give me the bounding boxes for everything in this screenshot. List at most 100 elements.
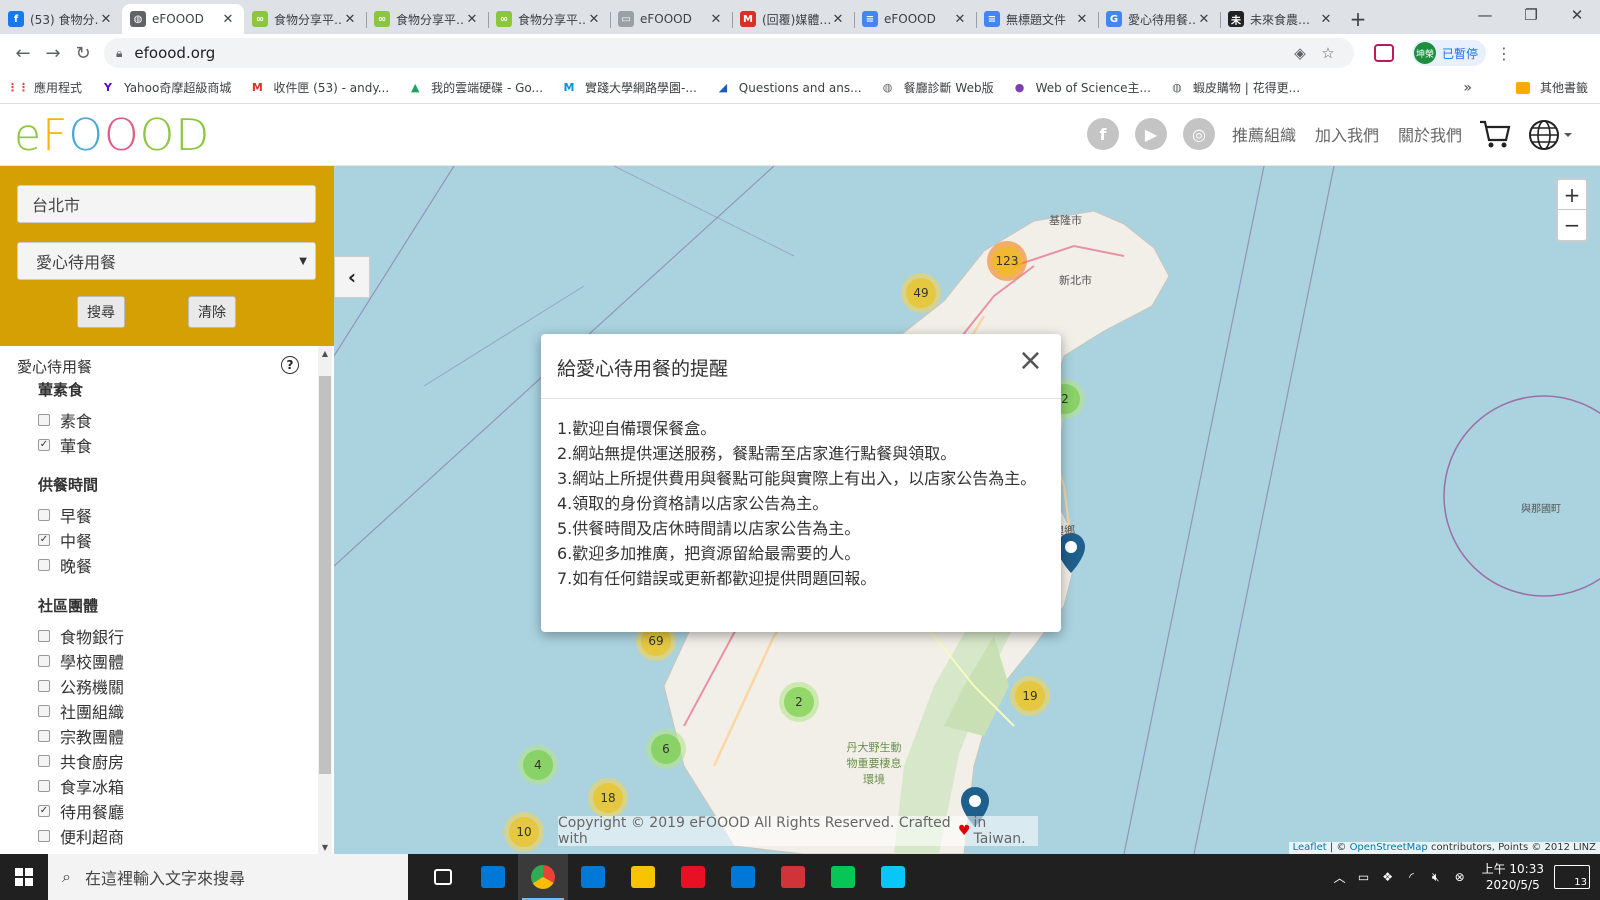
checkbox[interactable] [38, 780, 50, 792]
youtube-icon[interactable]: ▶ [1135, 118, 1167, 150]
tab-close-icon[interactable]: ✕ [464, 12, 480, 27]
category-select[interactable]: 愛心待用餐 ▼ [17, 242, 316, 280]
windows-start-icon[interactable] [0, 854, 48, 900]
bookmark-star-icon[interactable]: ☆ [1314, 44, 1342, 62]
tab-close-icon[interactable]: ✕ [342, 12, 358, 27]
language-globe-icon[interactable] [1528, 118, 1574, 152]
reload-button[interactable]: ↻ [68, 38, 98, 68]
map-cluster-marker[interactable]: 19 [1010, 676, 1050, 716]
tray-overflow-chevron-icon[interactable]: ︿ [1328, 869, 1352, 886]
efoood-logo[interactable]: eFOOOD [14, 110, 210, 161]
file-explorer-icon[interactable] [618, 854, 668, 900]
filter-option[interactable]: ✓ 中餐 [38, 528, 92, 552]
map-cluster-marker[interactable]: 18 [588, 778, 628, 818]
filter-option[interactable]: ✓ 葷食 [38, 433, 92, 457]
checkbox[interactable] [38, 559, 50, 571]
tab-close-icon[interactable]: ✕ [1318, 12, 1334, 27]
tab-close-icon[interactable]: ✕ [708, 12, 724, 27]
bookmark-item[interactable]: ◍ 餐廳診斷 Web版 [880, 79, 994, 96]
browser-tab[interactable]: ∞ 食物分享平… ✕ [244, 4, 366, 34]
tab-close-icon[interactable]: ✕ [1074, 12, 1090, 27]
close-window-button[interactable]: ✕ [1554, 0, 1600, 30]
checkbox[interactable] [38, 705, 50, 717]
filter-option[interactable]: 早餐 [38, 503, 92, 527]
taskbar-clock[interactable]: 上午 10:33 2020/5/5 [1482, 861, 1544, 893]
map-cluster-marker[interactable]: 49 [901, 273, 941, 313]
scroll-up-arrow-icon[interactable]: ▲ [318, 346, 332, 360]
city-input[interactable]: 台北市 [17, 185, 316, 223]
checkbox[interactable] [38, 630, 50, 642]
nav-recommend-org[interactable]: 推薦組織 [1232, 122, 1296, 146]
filter-option[interactable]: 學校團體 [38, 649, 124, 673]
browser-tab[interactable]: ∞ 食物分享平… ✕ [488, 4, 610, 34]
bookmark-item[interactable]: M 收件匣 (53) - andy... [249, 79, 389, 96]
kkbox-icon[interactable] [868, 854, 918, 900]
checkbox[interactable]: ✓ [38, 534, 50, 546]
filter-option[interactable]: 食享冰箱 [38, 774, 124, 798]
notification-center-icon[interactable]: 13 [1554, 865, 1590, 889]
sidebar-collapse-chevron-icon[interactable]: ‹ [334, 256, 370, 298]
chrome-icon[interactable] [518, 854, 568, 900]
search-button[interactable]: 搜尋 [77, 296, 125, 328]
volume-muted-icon[interactable]: 🔇︎ [1424, 870, 1448, 885]
taskbar-search-box[interactable]: ⌕ 在這裡輸入文字來搜尋 [48, 854, 408, 900]
store-icon[interactable] [718, 854, 768, 900]
map-cluster-marker[interactable]: 123 [987, 241, 1027, 281]
bookmark-item[interactable]: ● Web of Science主... [1012, 79, 1151, 96]
other-bookmarks-folder[interactable]: 其他書籤 [1515, 79, 1588, 96]
map-cluster-marker[interactable]: 4 [518, 745, 558, 785]
filter-option[interactable]: 便利超商 [38, 824, 124, 848]
bookmark-item[interactable]: Y Yahoo奇摩超級商城 [100, 79, 231, 96]
osm-link[interactable]: OpenStreetMap [1350, 842, 1428, 853]
checkbox[interactable]: ✓ [38, 439, 50, 451]
instagram-icon[interactable]: ◎ [1183, 118, 1215, 150]
back-button[interactable]: ← [8, 38, 38, 68]
map-cluster-marker[interactable]: 2 [779, 682, 819, 722]
scroll-down-arrow-icon[interactable]: ▼ [318, 840, 332, 854]
help-icon[interactable]: ? [281, 356, 299, 374]
bookmark-item[interactable]: ◍ 蝦皮購物 | 花得更... [1169, 79, 1300, 96]
new-tab-button[interactable]: + [1342, 4, 1374, 34]
map-cluster-marker[interactable]: 6 [646, 729, 686, 769]
tab-close-icon[interactable]: ✕ [952, 12, 968, 27]
checkbox[interactable]: ✓ [38, 805, 50, 817]
bookmark-item[interactable]: ▲ 我的雲端硬碟 - Go... [407, 79, 543, 96]
browser-tab[interactable]: ◍ eFOOOD ✕ [122, 4, 244, 34]
tab-close-icon[interactable]: ✕ [98, 12, 114, 27]
browser-tab[interactable]: G 愛心待用餐… ✕ [1098, 4, 1220, 34]
filter-option[interactable]: 宗教團體 [38, 724, 124, 748]
browser-tab[interactable]: ≡ 無標題文件 ✕ [976, 4, 1098, 34]
mail-icon[interactable] [468, 854, 518, 900]
zoom-in-button[interactable]: + [1558, 180, 1586, 210]
pocket-extension-icon[interactable] [1374, 44, 1394, 62]
filter-option[interactable]: 素食 [38, 408, 92, 432]
leaflet-link[interactable]: Leaflet [1293, 842, 1327, 853]
tab-close-icon[interactable]: ✕ [830, 12, 846, 27]
facebook-icon[interactable]: f [1087, 118, 1119, 150]
restore-button[interactable]: ❐ [1508, 0, 1554, 30]
sidebar-scrollbar-thumb[interactable] [319, 376, 331, 774]
filter-option[interactable]: 食物銀行 [38, 624, 124, 648]
minimize-button[interactable]: — [1462, 0, 1508, 30]
bookmarks-overflow-button[interactable]: » [1463, 80, 1472, 96]
filter-option[interactable]: 共食廚房 [38, 749, 124, 773]
checkbox[interactable] [38, 830, 50, 842]
checkbox[interactable] [38, 680, 50, 692]
battery-icon[interactable]: ▭ [1352, 870, 1376, 884]
bookmark-item[interactable]: ⋮⋮ 應用程式 [7, 79, 82, 96]
edge-icon[interactable] [568, 854, 618, 900]
browser-tab[interactable]: 未未來食農… ✕ [1220, 4, 1342, 34]
photo-icon[interactable] [768, 854, 818, 900]
tab-close-icon[interactable]: ✕ [220, 12, 236, 27]
checkbox[interactable] [38, 655, 50, 667]
tab-close-icon[interactable]: ✕ [1196, 12, 1212, 27]
checkbox[interactable] [38, 509, 50, 521]
filter-option[interactable]: 公務機關 [38, 674, 124, 698]
cart-icon[interactable] [1478, 118, 1512, 150]
line-icon[interactable] [818, 854, 868, 900]
gift-icon[interactable] [668, 854, 718, 900]
profile-button[interactable]: 坤榮 已暫停 [1412, 40, 1487, 66]
zoom-out-button[interactable]: − [1558, 210, 1586, 240]
browser-tab[interactable]: ▭ eFOOOD ✕ [610, 4, 732, 34]
filter-option[interactable]: 社團組織 [38, 699, 124, 723]
